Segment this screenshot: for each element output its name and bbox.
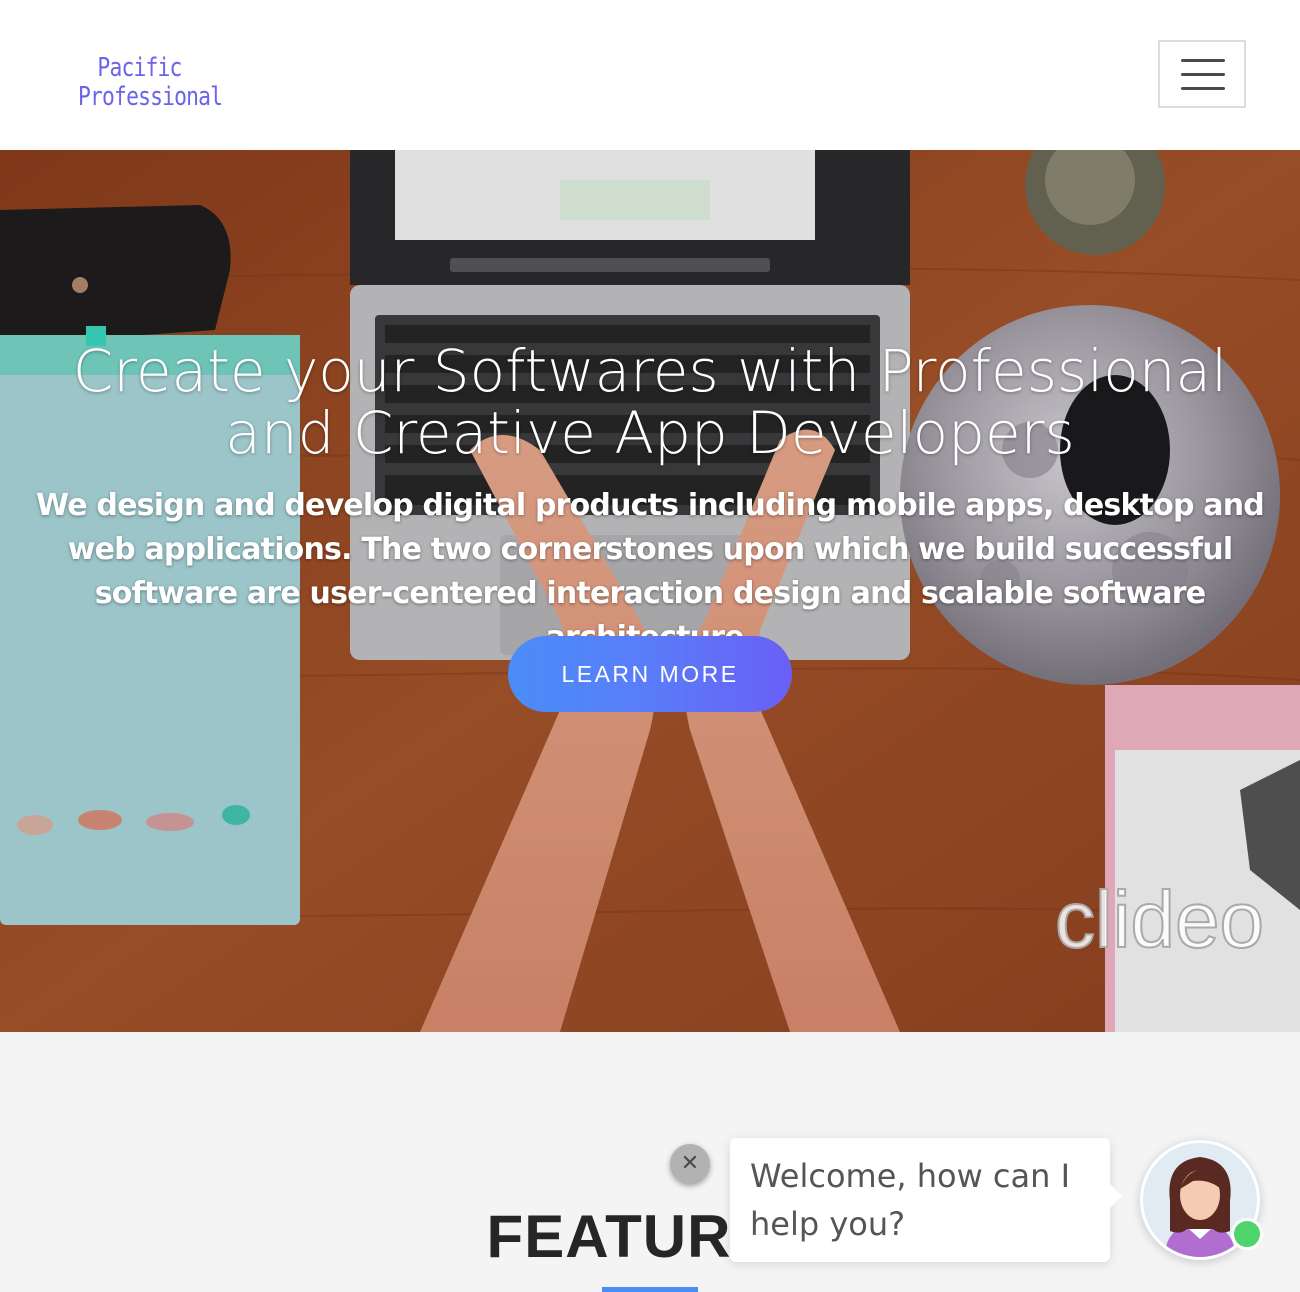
chat-welcome-message: Welcome, how can I help you?	[750, 1157, 1071, 1243]
online-status-indicator	[1231, 1218, 1263, 1250]
chat-welcome-bubble[interactable]: Welcome, how can I help you?	[730, 1138, 1122, 1262]
hamburger-menu-icon-bar	[1181, 87, 1225, 90]
logo-line-2: Professional	[78, 82, 223, 112]
features-heading-underline	[602, 1287, 698, 1292]
hero-subtitle: We design and develop digital products i…	[36, 488, 1265, 655]
hero-title: Create your Softwares with Professional …	[72, 337, 1228, 467]
site-logo[interactable]: Pacific Professional	[78, 53, 223, 112]
clideo-watermark: clideo	[1055, 885, 1265, 965]
hero-section: Create your Softwares with Professional …	[0, 150, 1300, 1032]
hamburger-menu-icon	[1181, 59, 1225, 62]
close-icon[interactable]: ✕	[670, 1144, 710, 1184]
hamburger-menu-icon-bar	[1181, 73, 1225, 76]
logo-line-1: Pacific	[97, 53, 182, 83]
menu-toggle-button[interactable]	[1158, 40, 1246, 108]
svg-text:clideo: clideo	[1055, 885, 1264, 964]
site-header: Pacific Professional	[0, 0, 1300, 150]
learn-more-button[interactable]: LEARN MORE	[508, 636, 792, 712]
